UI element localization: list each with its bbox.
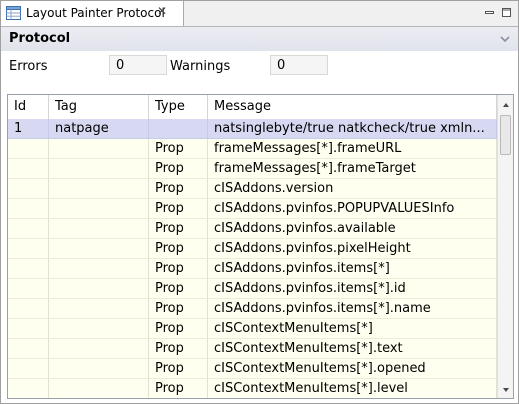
cell-tag (49, 139, 149, 159)
minimize-icon[interactable] (484, 7, 495, 18)
cell-id (8, 379, 49, 398)
table-row[interactable]: Prop cISAddons.pvinfos.items[*].name (8, 299, 497, 319)
cell-tag: natpage (49, 119, 149, 139)
cell-message: cISContextMenuItems[*].opened (208, 359, 497, 379)
counters-row: Errors 0 Warnings 0 (1, 55, 518, 77)
table-row[interactable]: Prop cISContextMenuItems[*].opened (8, 359, 497, 379)
cell-message: natsinglebyte/true natkcheck/true xmln..… (208, 119, 497, 139)
cell-type: Prop (149, 379, 208, 398)
cell-tag (49, 379, 149, 398)
column-header-type[interactable]: Type (149, 95, 208, 119)
cell-type: Prop (149, 219, 208, 239)
cell-message: cISAddons.version (208, 179, 497, 199)
table-row[interactable]: Prop cISContextMenuItems[*] (8, 319, 497, 339)
protocol-table[interactable]: Id Tag Type Message 1 natpage natsinglebyt… (7, 94, 514, 399)
cell-id (8, 299, 49, 319)
scroll-down-icon[interactable] (501, 384, 511, 394)
cell-id (8, 179, 49, 199)
cell-id (8, 239, 49, 259)
cell-message: cISAddons.pvinfos.items[*].id (208, 279, 497, 299)
cell-tag (49, 159, 149, 179)
cell-type: Prop (149, 299, 208, 319)
cell-tag (49, 219, 149, 239)
cell-id (8, 159, 49, 179)
table-row[interactable]: Prop cISAddons.pvinfos.pixelHeight (8, 239, 497, 259)
table-view-icon (6, 6, 21, 20)
scrollbar-thumb[interactable] (500, 115, 511, 155)
section-title: Protocol (9, 31, 71, 46)
table-row[interactable]: Prop frameMessages[*].frameTarget (8, 159, 497, 179)
cell-id: 1 (8, 119, 49, 139)
cell-type: Prop (149, 159, 208, 179)
cell-tag (49, 359, 149, 379)
cell-type: Prop (149, 279, 208, 299)
cell-type: Prop (149, 259, 208, 279)
column-header-id[interactable]: Id (8, 95, 49, 119)
cell-tag (49, 259, 149, 279)
cell-tag (49, 199, 149, 219)
cell-tag (49, 299, 149, 319)
close-icon[interactable]: ✕ (157, 4, 167, 18)
cell-id (8, 219, 49, 239)
protocol-section-header[interactable]: Protocol (1, 27, 518, 51)
cell-message: cISContextMenuItems[*].text (208, 339, 497, 359)
protocol-view-window: Layout Painter Protocol ✕ Protocol Error… (0, 0, 519, 404)
table-row[interactable]: Prop cISAddons.version (8, 179, 497, 199)
cell-message: cISAddons.pvinfos.items[*].name (208, 299, 497, 319)
warnings-value: 0 (270, 55, 328, 75)
warnings-label: Warnings (170, 59, 231, 74)
cell-type: Prop (149, 319, 208, 339)
cell-id (8, 279, 49, 299)
cell-message: cISContextMenuItems[*] (208, 319, 497, 339)
cell-id (8, 319, 49, 339)
table-row[interactable]: Prop cISAddons.pvinfos.items[*].id (8, 279, 497, 299)
cell-type: Prop (149, 139, 208, 159)
cell-message: cISAddons.pvinfos.pixelHeight (208, 239, 497, 259)
cell-id (8, 199, 49, 219)
cell-tag (49, 179, 149, 199)
cell-tag (49, 279, 149, 299)
table-row[interactable]: Prop cISAddons.pvinfos.POPUPVALUESInfo (8, 199, 497, 219)
cell-message: frameMessages[*].frameURL (208, 139, 497, 159)
view-tab-bar: Layout Painter Protocol ✕ (1, 1, 518, 27)
column-header-message[interactable]: Message (208, 95, 497, 119)
cell-id (8, 339, 49, 359)
maximize-icon[interactable] (501, 7, 512, 18)
cell-message: cISAddons.pvinfos.available (208, 219, 497, 239)
cell-id (8, 359, 49, 379)
scroll-up-icon[interactable] (501, 99, 511, 109)
cell-tag (49, 319, 149, 339)
chevron-down-icon[interactable] (500, 33, 510, 43)
table-row[interactable]: Prop cISAddons.pvinfos.items[*] (8, 259, 497, 279)
cell-message: frameMessages[*].frameTarget (208, 159, 497, 179)
cell-type (149, 119, 208, 139)
tab-layout-painter-protocol[interactable]: Layout Painter Protocol ✕ (1, 1, 184, 26)
cell-message: cISAddons.pvinfos.items[*] (208, 259, 497, 279)
errors-label: Errors (9, 59, 48, 74)
table-row[interactable]: Prop cISContextMenuItems[*].level (8, 379, 497, 398)
table-body: 1 natpage natsinglebyte/true natkcheck/tru… (8, 119, 497, 398)
table-row[interactable]: Prop cISContextMenuItems[*].text (8, 339, 497, 359)
column-header-tag[interactable]: Tag (49, 95, 149, 119)
cell-message: cISAddons.pvinfos.POPUPVALUESInfo (208, 199, 497, 219)
errors-value: 0 (109, 55, 167, 75)
cell-id (8, 259, 49, 279)
tab-title: Layout Painter Protocol (26, 6, 165, 20)
cell-tag (49, 339, 149, 359)
cell-type: Prop (149, 239, 208, 259)
table-row[interactable]: 1 natpage natsinglebyte/true natkcheck/tru… (8, 119, 497, 139)
cell-type: Prop (149, 199, 208, 219)
table-row[interactable]: Prop frameMessages[*].frameURL (8, 139, 497, 159)
cell-type: Prop (149, 359, 208, 379)
cell-tag (49, 239, 149, 259)
cell-type: Prop (149, 179, 208, 199)
table-row[interactable]: Prop cISAddons.pvinfos.available (8, 219, 497, 239)
table-header: Id Tag Type Message (8, 95, 497, 120)
cell-type: Prop (149, 339, 208, 359)
cell-id (8, 139, 49, 159)
vertical-scrollbar[interactable] (497, 95, 513, 398)
cell-message: cISContextMenuItems[*].level (208, 379, 497, 398)
